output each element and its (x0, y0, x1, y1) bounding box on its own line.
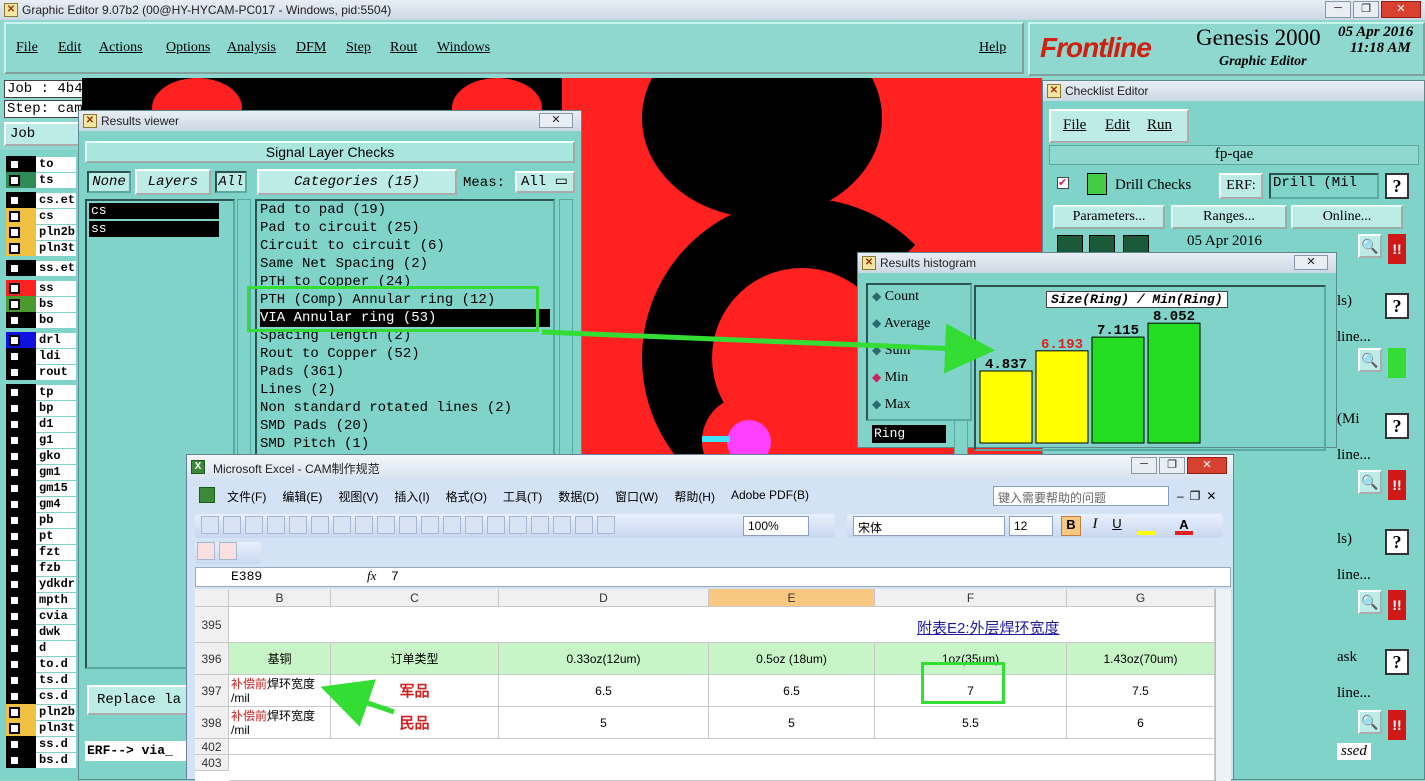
arrow-to-cell (320, 679, 395, 727)
arrow-to-histogram (541, 323, 995, 374)
annotation-arrows (320, 323, 995, 727)
